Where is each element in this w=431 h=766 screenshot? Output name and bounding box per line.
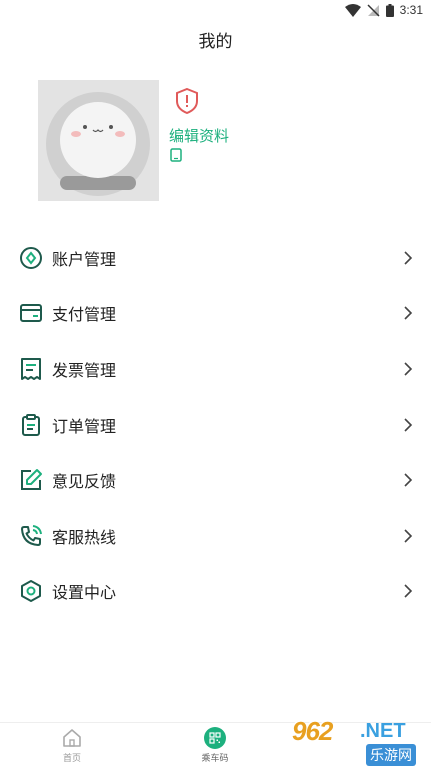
menu-item-label: 支付管理	[52, 305, 117, 325]
no-signal-icon	[367, 3, 380, 17]
menu-item-label: 发票管理	[52, 360, 117, 380]
status-bar: 3:31	[0, 0, 431, 24]
qr-code-icon	[204, 727, 226, 749]
page-title: 我的	[198, 32, 233, 52]
settings-menu: 账户管理 支付管理 发票管理 订单管理 意见反馈 客服热线 设置中心	[0, 230, 431, 619]
watermark-number: 962	[292, 716, 333, 746]
home-icon	[63, 729, 81, 747]
phone-call-icon	[19, 524, 43, 548]
clipboard-icon	[19, 413, 43, 437]
chevron-right-icon	[404, 362, 413, 376]
menu-item-orders[interactable]: 订单管理	[0, 397, 431, 453]
invoice-icon	[19, 357, 43, 381]
account-icon	[19, 246, 43, 270]
menu-item-label: 账户管理	[52, 249, 117, 269]
tab-ride-code[interactable]: 乘车码	[185, 727, 245, 764]
menu-item-payment[interactable]: 支付管理	[0, 286, 431, 342]
chevron-right-icon	[404, 306, 413, 320]
phone-icon	[170, 148, 182, 162]
settings-hexagon-icon	[19, 579, 43, 603]
menu-item-label: 客服热线	[52, 527, 117, 547]
menu-item-settings[interactable]: 设置中心	[0, 564, 431, 620]
chevron-right-icon	[404, 529, 413, 543]
menu-item-label: 设置中心	[52, 583, 117, 603]
status-icons: 3:31	[344, 3, 423, 17]
tab-label: 乘车码	[201, 754, 229, 764]
shield-warning-icon[interactable]	[175, 88, 199, 114]
menu-item-invoice[interactable]: 发票管理	[0, 341, 431, 397]
menu-item-hotline[interactable]: 客服热线	[0, 508, 431, 564]
watermark-site-name: 乐游网	[366, 744, 416, 766]
chevron-right-icon	[404, 251, 413, 265]
menu-item-account[interactable]: 账户管理	[0, 230, 431, 286]
tab-home[interactable]: 首页	[42, 727, 102, 764]
menu-item-label: 意见反馈	[52, 472, 117, 492]
battery-icon	[385, 3, 394, 17]
edit-feedback-icon	[19, 468, 43, 492]
menu-item-feedback[interactable]: 意见反馈	[0, 452, 431, 508]
tab-label: 首页	[62, 754, 81, 764]
site-watermark: 962 .NET 乐游网	[290, 716, 431, 766]
payment-card-icon	[19, 301, 43, 325]
watermark-domain: .NET	[360, 720, 406, 742]
status-time: 3:31	[399, 3, 423, 17]
chevron-right-icon	[404, 584, 413, 598]
chevron-right-icon	[404, 418, 413, 432]
edit-profile-link[interactable]: 编辑资料	[169, 126, 229, 146]
menu-item-label: 订单管理	[52, 416, 117, 436]
avatar-placeholder-icon	[38, 80, 159, 201]
chevron-right-icon	[404, 473, 413, 487]
avatar[interactable]	[38, 80, 159, 201]
wifi-icon	[344, 3, 361, 17]
